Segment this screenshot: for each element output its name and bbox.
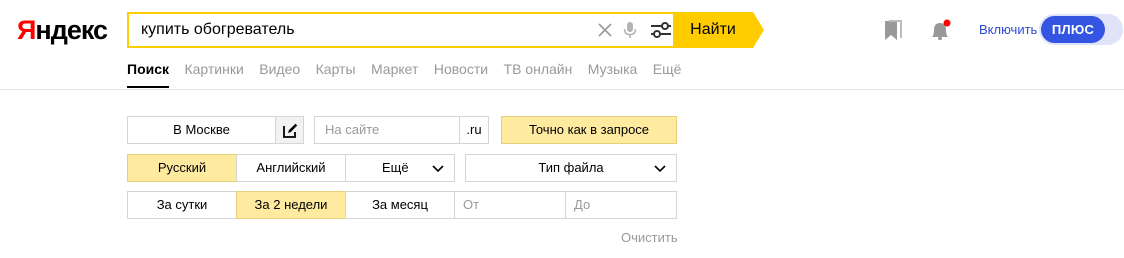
site-input[interactable]: На сайте xyxy=(314,116,460,144)
bell-icon[interactable] xyxy=(928,18,952,42)
yandex-logo[interactable]: Яндекс xyxy=(17,14,108,46)
plus-label: ПЛЮС xyxy=(1041,16,1105,43)
logo-rest: ндекс xyxy=(35,15,108,45)
domain-button[interactable]: .ru xyxy=(459,116,489,144)
plus-badge[interactable]: ПЛЮС xyxy=(1039,14,1123,45)
chevron-down-icon xyxy=(432,165,444,173)
tab-search[interactable]: Поиск xyxy=(127,60,170,88)
edit-icon xyxy=(283,123,298,138)
region-button[interactable]: В Москве xyxy=(127,116,276,144)
tab-maps[interactable]: Карты xyxy=(316,60,356,88)
find-button-arrow xyxy=(753,12,764,48)
file-type-label: Тип файла xyxy=(538,160,604,175)
tab-video[interactable]: Видео xyxy=(259,60,300,88)
service-tabs: Поиск Картинки Видео Карты Маркет Новост… xyxy=(127,60,692,90)
microphone-icon[interactable] xyxy=(623,21,637,39)
lang-more-label: Ещё xyxy=(382,160,409,175)
find-button[interactable]: Найти xyxy=(673,12,753,48)
bookmark-icon[interactable] xyxy=(884,20,902,42)
search-query-text: купить обогреватель xyxy=(141,21,295,38)
enable-plus-link[interactable]: Включить xyxy=(979,22,1037,37)
period-day-button[interactable]: За сутки xyxy=(127,191,237,219)
region-edit-button[interactable] xyxy=(275,116,304,144)
date-to-input[interactable]: До xyxy=(565,191,677,219)
lang-russian-button[interactable]: Русский xyxy=(127,154,237,182)
tab-images[interactable]: Картинки xyxy=(184,60,243,88)
search-input[interactable]: купить обогреватель xyxy=(127,12,673,48)
period-2weeks-button[interactable]: За 2 недели xyxy=(236,191,346,219)
header-divider xyxy=(0,89,1124,90)
period-month-button[interactable]: За месяц xyxy=(345,191,455,219)
tab-news[interactable]: Новости xyxy=(434,60,488,88)
search-bar: купить обогреватель Найти xyxy=(127,12,764,48)
clear-filters-link[interactable]: Очистить xyxy=(621,230,678,245)
lang-english-button[interactable]: Английский xyxy=(236,154,346,182)
lang-more-select[interactable]: Ещё xyxy=(345,154,455,182)
clear-icon[interactable] xyxy=(597,22,613,38)
filter-settings-icon[interactable] xyxy=(651,22,671,38)
date-from-input[interactable]: От xyxy=(454,191,566,219)
logo-first-letter: Я xyxy=(17,15,36,45)
tab-market[interactable]: Маркет xyxy=(371,60,418,88)
tab-tv-online[interactable]: ТВ онлайн xyxy=(504,60,573,88)
file-type-select[interactable]: Тип файла xyxy=(465,154,677,182)
tab-music[interactable]: Музыка xyxy=(588,60,638,88)
chevron-down-icon xyxy=(654,165,666,173)
tab-more[interactable]: Ещё xyxy=(653,60,682,88)
exact-match-toggle[interactable]: Точно как в запросе xyxy=(501,116,677,144)
